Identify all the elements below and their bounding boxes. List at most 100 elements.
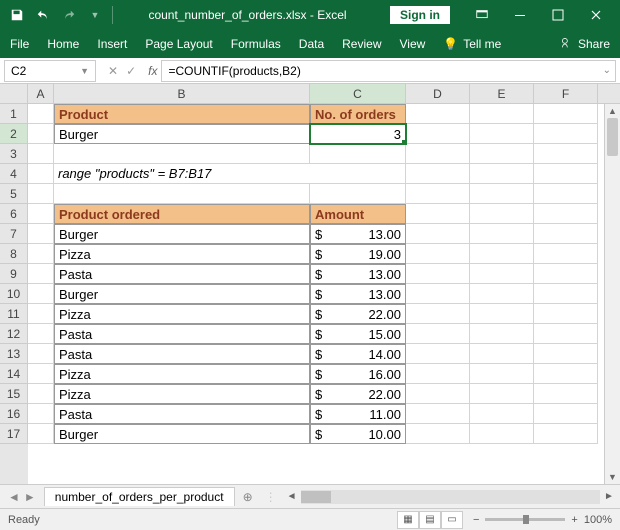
col-header-c[interactable]: C <box>310 84 406 103</box>
maximize-button[interactable] <box>540 1 576 29</box>
cell-note[interactable]: range "products" = B7:B17 <box>54 164 310 184</box>
sheet-nav-next[interactable]: ► <box>24 490 36 504</box>
cell-count-selected[interactable]: 3 <box>310 124 406 144</box>
cell[interactable] <box>406 204 470 224</box>
horizontal-scrollbar[interactable]: ◄ ► <box>281 490 620 504</box>
cell[interactable] <box>310 184 406 204</box>
cell[interactable] <box>28 304 54 324</box>
row-header[interactable]: 13 <box>0 344 28 364</box>
cell[interactable] <box>406 384 470 404</box>
cell[interactable] <box>406 224 470 244</box>
cell-header-orders[interactable]: No. of orders <box>310 104 406 124</box>
row-header[interactable]: 7 <box>0 224 28 244</box>
cancel-formula-button[interactable]: ✕ <box>108 64 118 78</box>
cell[interactable] <box>406 104 470 124</box>
cell[interactable] <box>406 124 470 144</box>
cell-amount[interactable]: $22.00 <box>310 304 406 324</box>
cell[interactable] <box>534 324 598 344</box>
cell[interactable] <box>470 144 534 164</box>
tab-review[interactable]: Review <box>342 37 381 51</box>
col-header-d[interactable]: D <box>406 84 470 103</box>
row-header[interactable]: 11 <box>0 304 28 324</box>
cell[interactable] <box>470 344 534 364</box>
cell[interactable] <box>406 264 470 284</box>
row-header[interactable]: 10 <box>0 284 28 304</box>
tab-home[interactable]: Home <box>47 37 79 51</box>
scroll-left-icon[interactable]: ◄ <box>285 491 299 502</box>
row-header[interactable]: 4 <box>0 164 28 184</box>
cell-amount[interactable]: $19.00 <box>310 244 406 264</box>
enter-formula-button[interactable]: ✓ <box>126 64 136 78</box>
cell-amount[interactable]: $11.00 <box>310 404 406 424</box>
cell[interactable] <box>54 144 310 164</box>
col-header-b[interactable]: B <box>54 84 310 103</box>
cell[interactable] <box>534 164 598 184</box>
cell[interactable] <box>28 204 54 224</box>
cell[interactable] <box>28 324 54 344</box>
cell[interactable] <box>406 244 470 264</box>
cell[interactable] <box>28 144 54 164</box>
cell[interactable] <box>534 244 598 264</box>
cell-amount[interactable]: $14.00 <box>310 344 406 364</box>
tab-data[interactable]: Data <box>299 37 324 51</box>
row-header[interactable]: 15 <box>0 384 28 404</box>
signin-button[interactable]: Sign in <box>390 6 450 24</box>
cell[interactable] <box>406 424 470 444</box>
cell[interactable] <box>470 244 534 264</box>
cell[interactable] <box>534 304 598 324</box>
cell[interactable] <box>406 164 470 184</box>
cell-product[interactable]: Burger <box>54 224 310 244</box>
undo-button[interactable] <box>32 4 54 26</box>
sheet-tab-active[interactable]: number_of_orders_per_product <box>44 487 235 506</box>
scrollbar-thumb[interactable] <box>607 118 618 156</box>
cell-product[interactable]: Pizza <box>54 364 310 384</box>
row-header[interactable]: 8 <box>0 244 28 264</box>
cell[interactable] <box>54 184 310 204</box>
cell[interactable] <box>534 404 598 424</box>
cell-header-product-ordered[interactable]: Product ordered <box>54 204 310 224</box>
cell[interactable] <box>470 224 534 244</box>
cell-amount[interactable]: $13.00 <box>310 284 406 304</box>
row-header[interactable]: 5 <box>0 184 28 204</box>
cell[interactable] <box>534 224 598 244</box>
cell[interactable] <box>28 344 54 364</box>
cell[interactable] <box>406 344 470 364</box>
cell-product[interactable]: Pizza <box>54 384 310 404</box>
cell-product[interactable]: Pizza <box>54 244 310 264</box>
cell[interactable] <box>470 124 534 144</box>
cell[interactable] <box>534 204 598 224</box>
cell-product[interactable]: Burger <box>54 424 310 444</box>
minimize-button[interactable] <box>502 1 538 29</box>
row-header[interactable]: 9 <box>0 264 28 284</box>
expand-formula-icon[interactable]: ⌄ <box>603 65 611 76</box>
cell[interactable] <box>28 384 54 404</box>
row-header[interactable]: 16 <box>0 404 28 424</box>
cell[interactable] <box>28 164 54 184</box>
hscroll-thumb[interactable] <box>301 491 331 503</box>
tab-file[interactable]: File <box>10 37 29 51</box>
cell[interactable] <box>28 224 54 244</box>
col-header-f[interactable]: F <box>534 84 598 103</box>
scroll-up-icon[interactable]: ▲ <box>605 104 620 118</box>
formula-input[interactable]: =COUNTIF(products,B2) ⌄ <box>161 60 616 82</box>
cell-product[interactable]: Pasta <box>54 324 310 344</box>
vertical-scrollbar[interactable]: ▲ ▼ <box>604 104 620 484</box>
ribbon-options-button[interactable] <box>464 1 500 29</box>
cell[interactable] <box>534 144 598 164</box>
row-header[interactable]: 6 <box>0 204 28 224</box>
cell[interactable] <box>28 284 54 304</box>
cell[interactable] <box>534 284 598 304</box>
cell[interactable] <box>470 424 534 444</box>
cell[interactable] <box>28 424 54 444</box>
cell-amount[interactable]: $22.00 <box>310 384 406 404</box>
cell[interactable] <box>28 104 54 124</box>
tab-insert[interactable]: Insert <box>97 37 127 51</box>
col-header-a[interactable]: A <box>28 84 54 103</box>
cell-header-product[interactable]: Product <box>54 104 310 124</box>
cell[interactable] <box>406 184 470 204</box>
cell-amount[interactable]: $16.00 <box>310 364 406 384</box>
redo-button[interactable] <box>58 4 80 26</box>
cell[interactable] <box>310 164 406 184</box>
cell[interactable] <box>310 144 406 164</box>
row-header[interactable]: 14 <box>0 364 28 384</box>
